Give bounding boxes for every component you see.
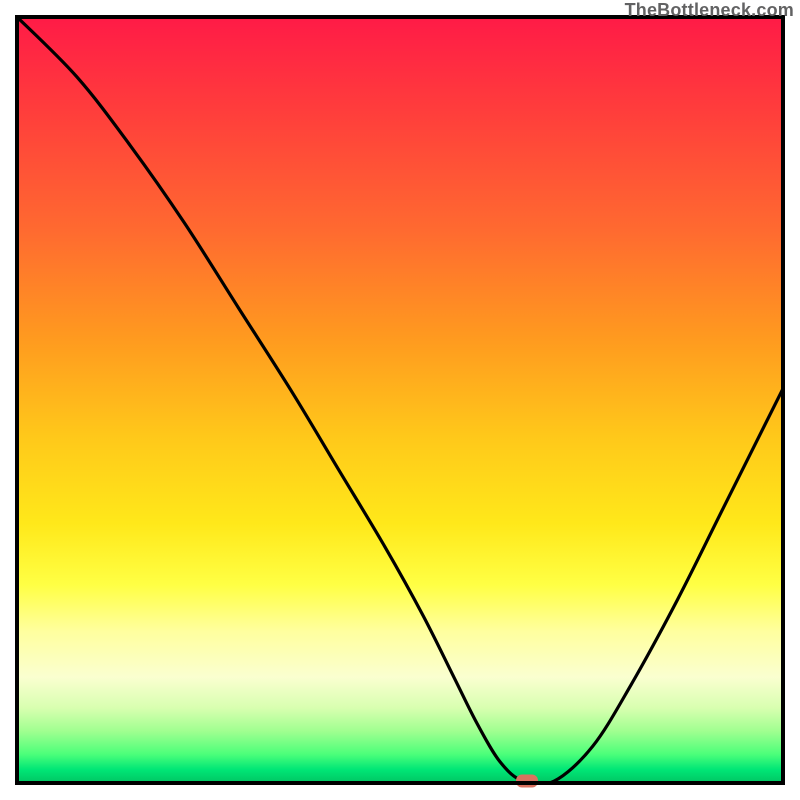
chart-frame: TheBottleneck.com bbox=[0, 0, 800, 800]
severity-gradient-background bbox=[15, 15, 785, 785]
attribution-watermark: TheBottleneck.com bbox=[625, 0, 794, 21]
